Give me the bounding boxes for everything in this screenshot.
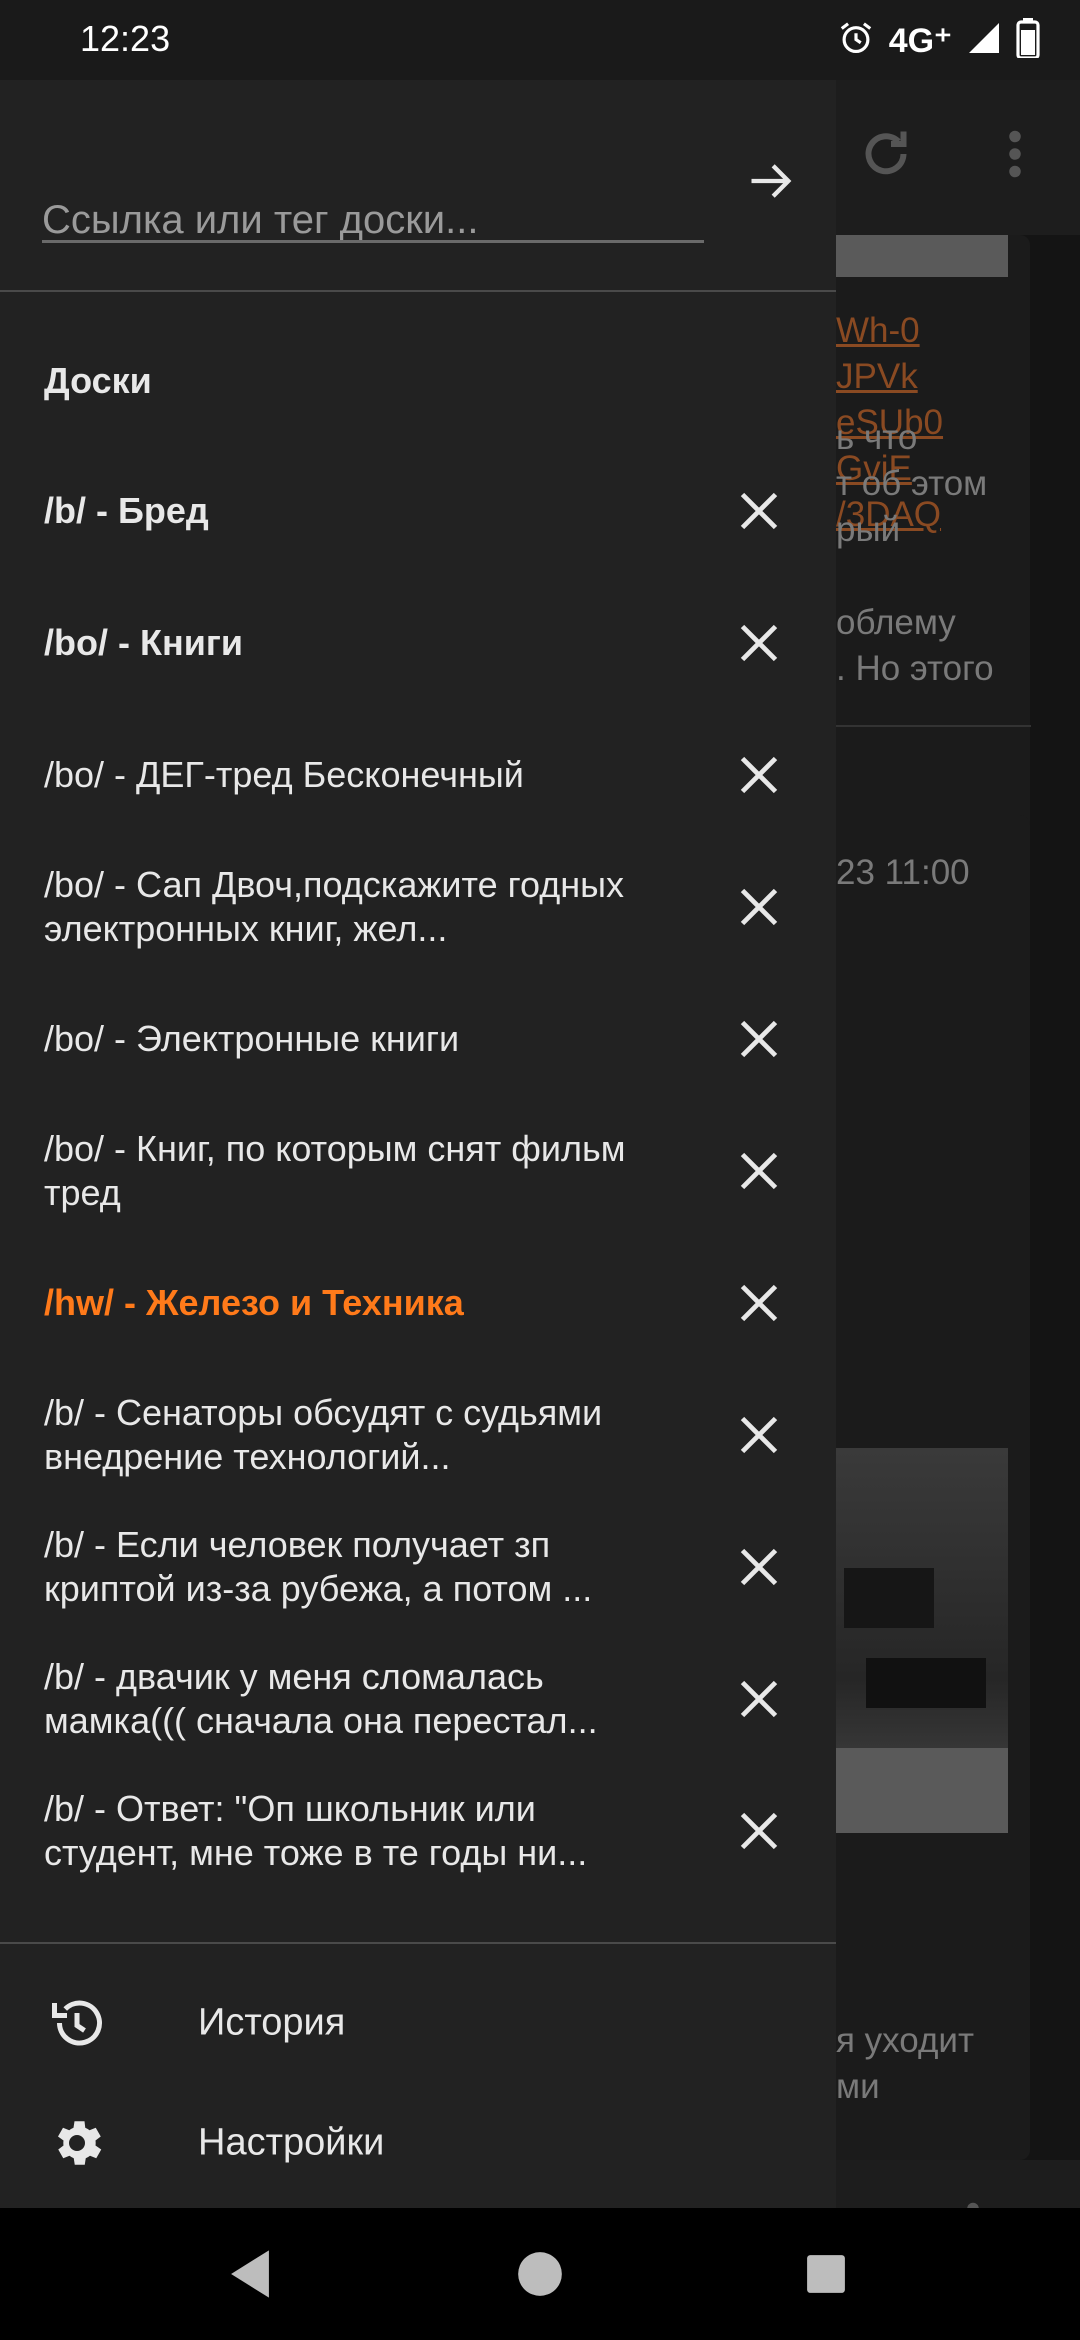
board-list: /b/ - Бред/bo/ - Книги/bo/ - ДЕГ-тред Бе…	[0, 445, 836, 1897]
board-list-item[interactable]: /bo/ - Книг, по которым снят фильм тред	[0, 1105, 836, 1237]
status-icons: 4G⁺	[837, 18, 1040, 63]
battery-icon	[1016, 18, 1040, 63]
navigation-drawer: Доски /b/ - Бред/bo/ - Книги/bo/ - ДЕГ-т…	[0, 80, 836, 2208]
board-label: /b/ - Бред	[44, 490, 209, 531]
remove-board-button[interactable]	[724, 1400, 794, 1470]
history-icon	[42, 1988, 112, 2058]
board-list-item[interactable]: /bo/ - Электронные книги	[0, 973, 836, 1105]
background-divider	[836, 725, 1031, 727]
refresh-icon	[856, 124, 916, 189]
remove-board-button[interactable]	[724, 1532, 794, 1602]
status-bar: 12:23 4G⁺	[0, 0, 1080, 80]
back-triangle-icon	[231, 2250, 269, 2298]
close-icon	[740, 1416, 778, 1454]
alarm-icon	[837, 19, 875, 62]
background-text-2: облему . Но этого	[836, 603, 994, 688]
boards-section-title: Доски	[44, 360, 152, 401]
remove-board-button[interactable]	[724, 1268, 794, 1338]
close-icon	[740, 1020, 778, 1058]
background-text-3: я уходит ми	[836, 2021, 974, 2106]
close-icon	[740, 1680, 778, 1718]
close-icon	[740, 492, 778, 530]
recents-button[interactable]	[786, 2234, 866, 2314]
background-text-1: ь что т об этом рый	[836, 418, 988, 549]
home-button[interactable]	[500, 2234, 580, 2314]
remove-board-button[interactable]	[724, 1136, 794, 1206]
overflow-menu-icon	[1000, 124, 1030, 189]
close-icon	[740, 888, 778, 926]
board-list-item[interactable]: /b/ - Бред	[0, 445, 836, 577]
back-button[interactable]	[210, 2234, 290, 2314]
settings-menu-item[interactable]: Настройки	[0, 2088, 836, 2198]
status-time: 12:23	[80, 18, 171, 59]
system-navigation-bar	[0, 2208, 1080, 2340]
board-list-item[interactable]: /b/ - Сенаторы обсудят с судьями внедрен…	[0, 1369, 836, 1501]
arrow-right-icon	[751, 164, 792, 198]
home-circle-icon	[518, 2252, 562, 2296]
history-label: История	[198, 2001, 346, 2044]
board-list-item[interactable]: /bo/ - Книги	[0, 577, 836, 709]
background-photo	[836, 1448, 1008, 1833]
remove-board-button[interactable]	[724, 1664, 794, 1734]
board-list-item[interactable]: /bo/ - ДЕГ-тред Бесконечный	[0, 709, 836, 841]
settings-label: Настройки	[198, 2121, 385, 2164]
board-list-item[interactable]: /b/ - двачик у меня сломалась мамка((( с…	[0, 1633, 836, 1765]
close-icon	[740, 756, 778, 794]
background-date: 23 11:00	[836, 853, 970, 892]
board-label: /bo/ - Сап Двоч,подскажите годных электр…	[44, 864, 624, 949]
recents-square-icon	[807, 2255, 845, 2293]
remove-board-button[interactable]	[724, 1796, 794, 1866]
divider	[0, 290, 836, 292]
background-image-strip	[836, 235, 1008, 277]
close-icon	[740, 1548, 778, 1586]
board-label: /b/ - двачик у меня сломалась мамка((( с…	[44, 1656, 598, 1741]
board-search	[0, 80, 836, 290]
board-list-item[interactable]: /bo/ - Сап Двоч,подскажите годных электр…	[0, 841, 836, 973]
signal-icon	[966, 20, 1002, 61]
board-list-item[interactable]: /b/ - Если человек получает зп криптой и…	[0, 1501, 836, 1633]
board-label: /b/ - Сенаторы обсудят с судьями внедрен…	[44, 1392, 603, 1477]
close-icon	[740, 1812, 778, 1850]
close-icon	[740, 1284, 778, 1322]
history-menu-item[interactable]: История	[0, 1968, 836, 2078]
remove-board-button[interactable]	[724, 1004, 794, 1074]
network-type: 4G⁺	[888, 21, 952, 60]
board-list-item[interactable]: /hw/ - Железо и Техника	[0, 1237, 836, 1369]
board-list-item[interactable]: /b/ - Ответ: "Оп школьник или студент, м…	[0, 1765, 836, 1897]
board-label: /bo/ - Книг, по которым снят фильм тред	[44, 1128, 626, 1213]
board-label: /b/ - Ответ: "Оп школьник или студент, м…	[44, 1788, 588, 1873]
divider	[0, 1942, 836, 1944]
go-button[interactable]	[736, 146, 806, 216]
remove-board-button[interactable]	[724, 740, 794, 810]
gear-icon	[42, 2108, 112, 2178]
board-label: /bo/ - Книги	[44, 622, 243, 663]
search-underline	[42, 240, 704, 243]
board-label: /bo/ - ДЕГ-тред Бесконечный	[44, 754, 524, 795]
remove-board-button[interactable]	[724, 608, 794, 678]
board-label: /b/ - Если человек получает зп криптой и…	[44, 1524, 593, 1609]
close-icon	[740, 624, 778, 662]
close-icon	[740, 1152, 778, 1190]
remove-board-button[interactable]	[724, 476, 794, 546]
remove-board-button[interactable]	[724, 872, 794, 942]
board-label: /hw/ - Железо и Техника	[44, 1282, 464, 1323]
board-label: /bo/ - Электронные книги	[44, 1018, 460, 1059]
